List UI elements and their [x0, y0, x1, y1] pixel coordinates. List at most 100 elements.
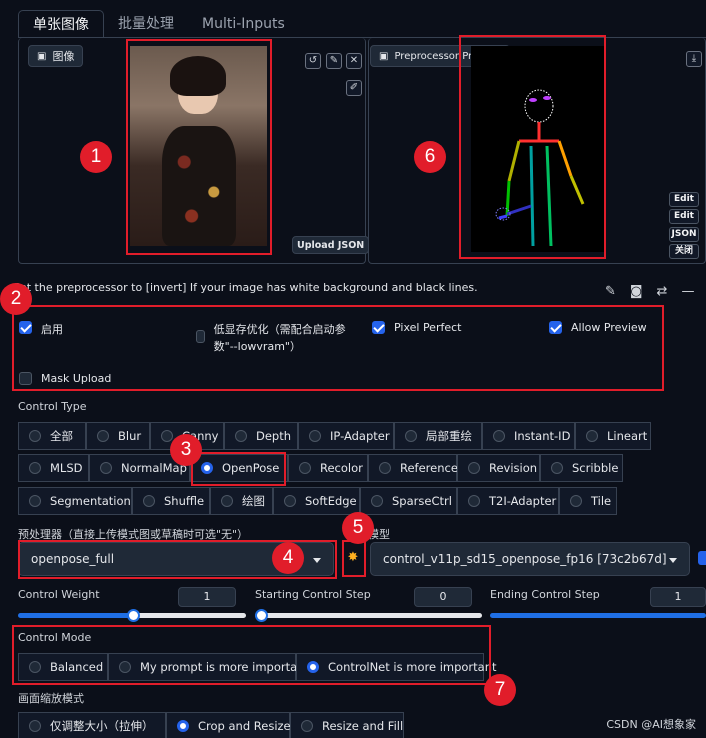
enable-checkbox[interactable]: 启用	[19, 321, 63, 337]
tab-multi-inputs[interactable]: Multi-Inputs	[188, 10, 299, 38]
control-mode-option-selected[interactable]: ControlNet is more important	[296, 653, 497, 681]
annotation-badge-2: 2	[0, 283, 32, 315]
control-type-option-selected[interactable]: OpenPose	[190, 454, 288, 482]
image-icon: ▣	[379, 50, 389, 62]
option-label: SoftEdge	[305, 494, 357, 508]
start-step-input[interactable]: 0	[414, 587, 472, 607]
mask-upload-check[interactable]	[19, 372, 32, 385]
pixel-perfect-check[interactable]	[372, 321, 385, 334]
minus-icon[interactable]: —	[681, 284, 706, 299]
image-label-chip: ▣ 图像	[28, 45, 84, 67]
control-weight-input[interactable]: 1	[178, 587, 236, 607]
undo-icon[interactable]: ↺	[305, 53, 321, 69]
control-type-option[interactable]: Shuffle	[132, 487, 210, 515]
end-step-label: Ending Control Step	[490, 588, 600, 601]
radio-dot	[161, 430, 173, 442]
upload-json-button[interactable]: Upload JSON	[292, 236, 370, 254]
radio-dot	[405, 430, 417, 442]
control-type-option[interactable]: 局部重绘	[394, 422, 482, 450]
option-label: My prompt is more important	[140, 660, 309, 674]
note-icon[interactable]: ✎	[605, 284, 630, 299]
close-label: 关闭	[674, 246, 693, 256]
option-label: OpenPose	[222, 461, 280, 475]
run-preprocessor-icon[interactable]: ✸	[346, 551, 360, 565]
start-step-thumb[interactable]	[255, 609, 268, 622]
control-type-option[interactable]: SparseCtrl	[360, 487, 457, 515]
json-button[interactable]: JSON	[669, 227, 699, 242]
annotation-badge-1: 1	[80, 141, 112, 173]
resize-mode-option-selected[interactable]: Crop and Resize	[166, 712, 291, 738]
close-icon[interactable]: ✕	[346, 53, 362, 69]
control-type-option[interactable]: Tile	[559, 487, 617, 515]
control-type-option[interactable]: Lineart	[575, 422, 651, 450]
model-select[interactable]: control_v11p_sd15_openpose_fp16 [73c2b67…	[370, 542, 690, 576]
control-type-option[interactable]: 绘图	[210, 487, 273, 515]
end-step-track[interactable]	[490, 613, 706, 618]
option-label: Depth	[256, 429, 292, 443]
control-type-row-2: MLSD NormalMap OpenPose Recolor Referenc…	[18, 454, 623, 482]
control-mode-option[interactable]: Balanced	[18, 653, 108, 681]
control-type-option[interactable]: Segmentation	[18, 487, 132, 515]
eraser-icon[interactable]: ✎	[326, 53, 342, 69]
control-type-option[interactable]: Recolor	[288, 454, 368, 482]
tab-single-image[interactable]: 单张图像	[18, 10, 104, 38]
control-weight-track[interactable]	[18, 613, 136, 618]
allow-preview-checkbox[interactable]: Allow Preview	[549, 321, 647, 334]
control-type-option[interactable]: Blur	[86, 422, 150, 450]
enable-check[interactable]	[19, 321, 32, 334]
watermark: CSDN @AI想象家	[606, 718, 696, 731]
annotation-badge-3: 3	[170, 434, 202, 466]
resize-mode-label: 画面缩放模式	[18, 692, 84, 705]
tab-bar: 单张图像 批量处理 Multi-Inputs	[18, 10, 299, 38]
control-type-option[interactable]: Depth	[224, 422, 298, 450]
control-weight-thumb[interactable]	[127, 609, 140, 622]
allow-preview-check[interactable]	[549, 321, 562, 334]
option-label: Instant-ID	[514, 429, 571, 443]
control-mode-option[interactable]: My prompt is more important	[108, 653, 309, 681]
low-vram-check[interactable]	[196, 330, 205, 343]
pixel-perfect-checkbox[interactable]: Pixel Perfect	[372, 321, 461, 334]
camera-icon[interactable]: ◙	[630, 284, 657, 299]
option-label: Lineart	[607, 429, 648, 443]
control-type-option[interactable]: T2I-Adapter	[457, 487, 559, 515]
swap-icon[interactable]: ⇄	[657, 284, 682, 299]
annotation-badge-6: 6	[414, 141, 446, 173]
radio-dot	[301, 720, 313, 732]
download-icon[interactable]: ⤓	[686, 51, 702, 67]
control-type-option[interactable]: Scribble	[540, 454, 623, 482]
edit-openpose-button[interactable]: Edit	[669, 192, 699, 207]
refresh-icon[interactable]	[698, 551, 706, 565]
control-weight-track-rest[interactable]	[136, 613, 246, 618]
radio-dot	[379, 462, 391, 474]
annotation-badge-7: 7	[484, 674, 516, 706]
input-photo[interactable]	[130, 46, 267, 246]
radio-dot	[309, 430, 321, 442]
mask-upload-checkbox[interactable]: Mask Upload	[19, 372, 111, 385]
control-type-option[interactable]: SoftEdge	[273, 487, 360, 515]
resize-mode-option[interactable]: 仅调整大小（拉伸）	[18, 712, 166, 738]
radio-dot-selected	[177, 720, 189, 732]
radio-dot-selected	[307, 661, 319, 673]
option-label: MLSD	[50, 461, 83, 475]
control-type-option[interactable]: MLSD	[18, 454, 89, 482]
control-type-option[interactable]: Revision	[457, 454, 540, 482]
pose-skeleton	[495, 89, 585, 247]
control-type-option[interactable]: 全部	[18, 422, 86, 450]
start-step-track[interactable]	[255, 613, 482, 618]
radio-dot	[468, 495, 480, 507]
tab-batch[interactable]: 批量处理	[104, 10, 188, 38]
annotation-badge-5: 5	[342, 512, 374, 544]
control-type-option[interactable]: IP-Adapter	[298, 422, 394, 450]
edit-button[interactable]: Edit	[669, 209, 699, 224]
control-type-option[interactable]: Instant-ID	[482, 422, 575, 450]
control-type-option[interactable]: Reference	[368, 454, 458, 482]
low-vram-checkbox[interactable]: 低显存优化（需配合启动参数"--lowvram"）	[196, 321, 346, 355]
control-type-row-3: Segmentation Shuffle 绘图 SoftEdge SparseC…	[18, 487, 617, 515]
preprocessor-label: 预处理器（直接上传模式图或草稿时可选"无"）	[18, 528, 249, 541]
close-preview-button[interactable]: 关闭	[669, 244, 699, 259]
allow-preview-label: Allow Preview	[571, 321, 647, 334]
resize-mode-option[interactable]: Resize and Fill	[290, 712, 404, 738]
resize-mode-group: 仅调整大小（拉伸） Crop and Resize Resize and Fil…	[18, 712, 404, 738]
brush-icon[interactable]: ✐	[346, 80, 362, 96]
end-step-input[interactable]: 1	[650, 587, 706, 607]
